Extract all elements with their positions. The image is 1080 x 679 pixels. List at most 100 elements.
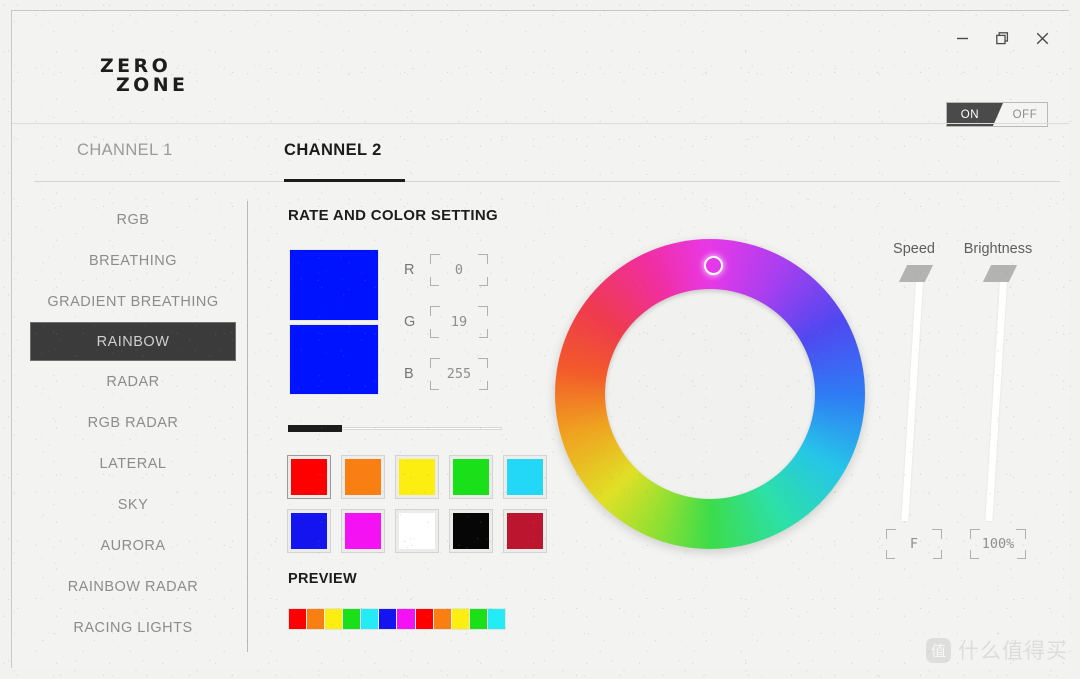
sidebar-item-label: BREATHING (88, 252, 178, 269)
red-label: R (404, 261, 415, 278)
sidebar-item-radar[interactable]: RADAR (30, 361, 236, 402)
watermark: 值 什么值得买 (926, 635, 1068, 665)
color-swatch-green[interactable] (449, 455, 493, 499)
tab-active-underline (284, 179, 405, 182)
bracket-corner (430, 328, 439, 338)
red-value: 0 (454, 261, 464, 278)
sidebar-item-label: RADAR (106, 373, 160, 390)
preview-segment-4 (343, 609, 362, 629)
speed-slider-track (901, 271, 924, 521)
preview-segment-9 (433, 609, 452, 629)
blue-value: 255 (446, 365, 472, 382)
sidebar-item-label: AURORA (100, 537, 166, 554)
sidebar-item-label: RACING LIGHTS (73, 619, 193, 636)
title-bar: ZERO ZONE ON OFF (12, 11, 1069, 127)
color-swatch-magenta[interactable] (341, 509, 385, 553)
red-input[interactable]: 0 (430, 253, 488, 286)
brightness-slider[interactable] (981, 265, 1018, 525)
tab-channel-2[interactable]: CHANNEL 2 (284, 141, 382, 160)
sidebar-item-label: LATERAL (99, 455, 167, 472)
green-input[interactable]: 19 (430, 305, 488, 338)
restore-icon[interactable] (989, 25, 1015, 51)
rate-slider-fill (288, 425, 342, 432)
preview-segment-5 (361, 609, 380, 629)
brightness-value-wrap: 100% (970, 529, 1026, 559)
sidebar-item-rainbow[interactable]: RAINBOW (30, 322, 236, 361)
color-swatch-white[interactable] (395, 509, 439, 553)
color-swatch-black[interactable] (449, 509, 493, 553)
rgb-row-blue: B 255 (404, 353, 488, 394)
color-swatch-blue[interactable] (287, 509, 331, 553)
sidebar-item-gradient-breathing[interactable]: GRADIENT BREATHING (30, 281, 236, 322)
brightness-label: Brightness (963, 241, 1033, 257)
close-icon[interactable] (1029, 25, 1055, 51)
color-swatch-yellow[interactable] (395, 455, 439, 499)
sidebar-item-lateral[interactable]: LATERAL (30, 443, 236, 484)
section-title: RATE AND COLOR SETTING (288, 207, 498, 224)
current-color-preview-top (289, 249, 379, 321)
preview-strip (288, 608, 506, 630)
brightness-slider-handle[interactable] (982, 265, 1018, 282)
bracket-corner (430, 380, 439, 390)
speed-slider-handle[interactable] (898, 265, 934, 282)
sidebar-item-rgb[interactable]: RGB (30, 199, 236, 240)
sidebar-item-label: RGB (116, 211, 150, 228)
sidebar-item-label: RGB RADAR (87, 414, 179, 431)
sidebar-item-label: GRADIENT BREATHING (47, 293, 219, 310)
blue-input[interactable]: 255 (430, 357, 488, 390)
color-wheel-marker[interactable] (704, 256, 723, 275)
minimize-icon[interactable] (949, 25, 975, 51)
sidebar-item-racing-lights[interactable]: RACING LIGHTS (30, 607, 236, 648)
sidebar-item-aurora[interactable]: AURORA (30, 525, 236, 566)
brand-logo: ZERO ZONE (100, 56, 189, 97)
window-controls (949, 25, 1055, 51)
bracket-corner (1017, 550, 1026, 559)
preview-segment-7 (397, 609, 416, 629)
preview-segment-8 (415, 609, 434, 629)
sidebar-item-label: RAINBOW RADAR (67, 578, 199, 595)
color-wheel[interactable] (555, 239, 865, 549)
speed-value-input[interactable]: F (886, 529, 942, 559)
preview-segment-3 (325, 609, 344, 629)
sidebar-item-breathing[interactable]: BREATHING (30, 240, 236, 281)
brand-line-2: ZONE (116, 74, 189, 97)
bracket-corner (970, 550, 979, 559)
tab-channel-1[interactable]: CHANNEL 1 (77, 141, 173, 160)
brightness-value-input[interactable]: 100% (970, 529, 1026, 559)
speed-label: Speed (893, 241, 935, 257)
sidebar-item-sky[interactable]: SKY (30, 484, 236, 525)
bracket-corner (479, 328, 488, 338)
preview-segment-11 (469, 609, 488, 629)
preview-segment-12 (487, 609, 505, 629)
brightness-slider-track (985, 271, 1008, 521)
bracket-corner (886, 550, 895, 559)
preview-segment-10 (451, 609, 470, 629)
current-color-preview-bottom (289, 323, 379, 395)
color-swatch-orange[interactable] (341, 455, 385, 499)
bracket-corner (479, 380, 488, 390)
tab-bottom-line (34, 181, 1060, 182)
color-swatch-grid (287, 455, 547, 553)
application-window: ZERO ZONE ON OFF CHANNEL 1 CHANNEL 2 RGB… (11, 10, 1069, 668)
rate-slider[interactable] (288, 425, 502, 432)
color-swatch-cyan[interactable] (503, 455, 547, 499)
sidebar-item-label: SKY (117, 496, 149, 513)
brightness-value: 100% (981, 536, 1015, 552)
sidebar-item-rgb-radar[interactable]: RGB RADAR (30, 402, 236, 443)
sidebar-item-rainbow-radar[interactable]: RAINBOW RADAR (30, 566, 236, 607)
color-swatch-red[interactable] (287, 455, 331, 499)
effect-list: RGB BREATHING GRADIENT BREATHING RAINBOW… (30, 199, 236, 648)
color-swatch-crimson[interactable] (503, 509, 547, 553)
rgb-row-green: G 19 (404, 301, 488, 342)
speed-value: F (909, 536, 919, 552)
blue-label: B (404, 365, 414, 382)
preview-title: PREVIEW (288, 571, 357, 587)
preview-segment-6 (379, 609, 398, 629)
bracket-corner (933, 550, 942, 559)
sidebar-item-label: RAINBOW (96, 333, 170, 350)
speed-slider[interactable] (897, 265, 934, 525)
preview-segment-1 (289, 609, 308, 629)
tab-bar: CHANNEL 1 CHANNEL 2 (12, 124, 1069, 183)
rgb-row-red: R 0 (404, 249, 488, 290)
current-color-preview (289, 249, 379, 395)
